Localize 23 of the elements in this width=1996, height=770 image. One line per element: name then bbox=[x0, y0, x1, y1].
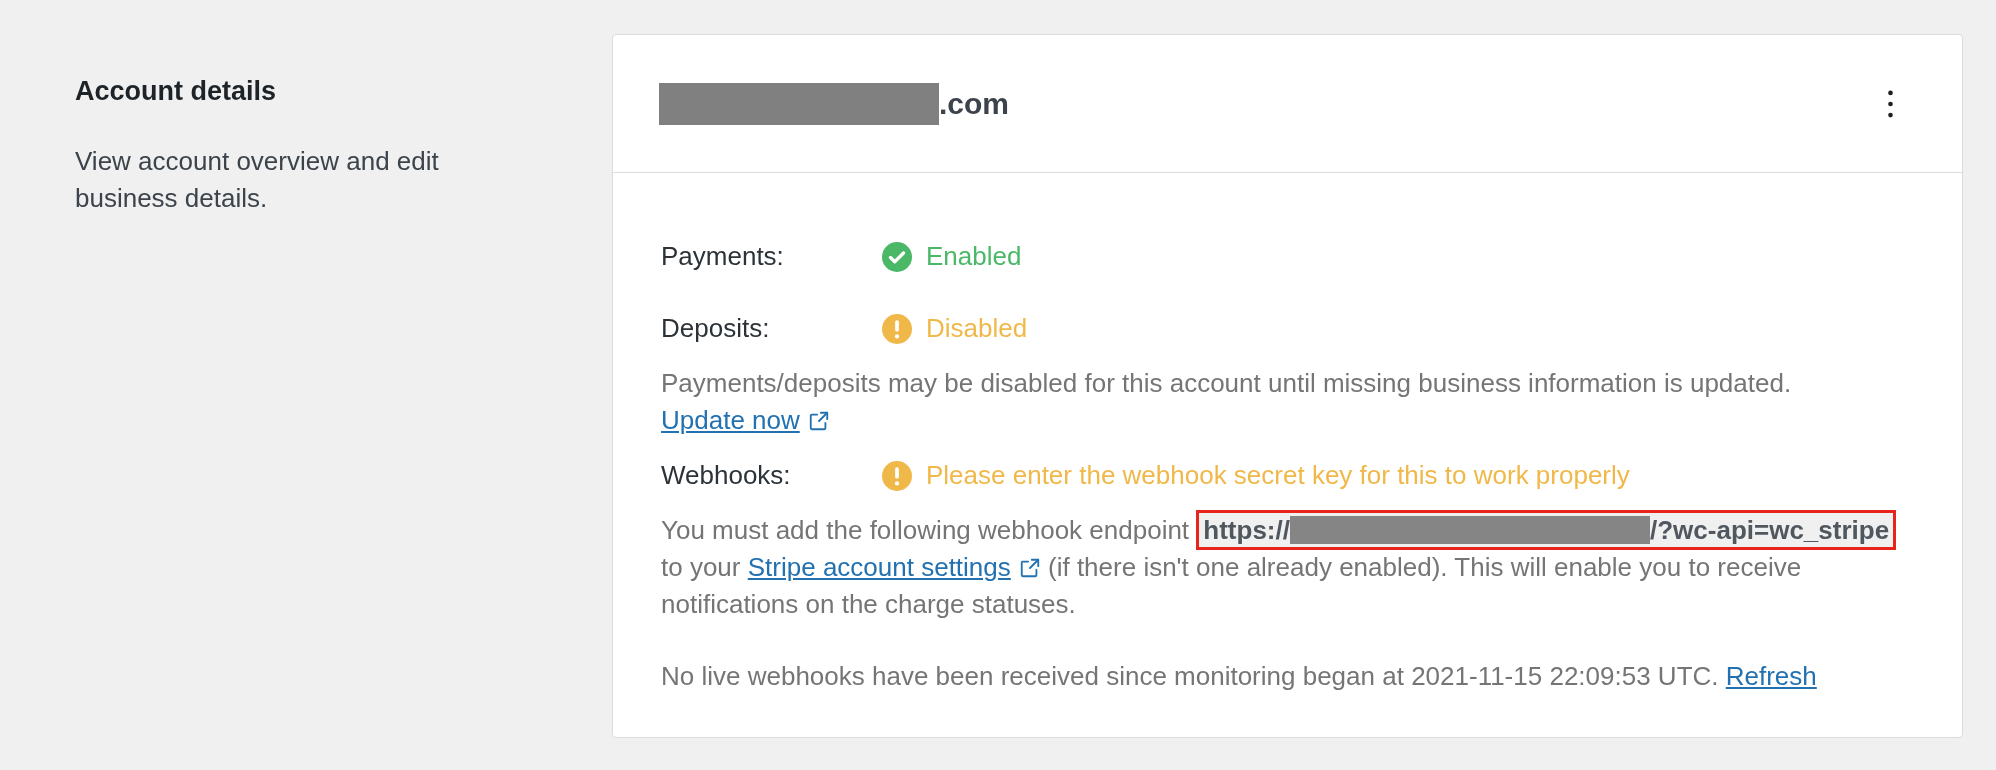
monitoring-text: No live webhooks have been received since monitoring began at 2021-11-15 22:09:53 UTC. Refresh bbox=[661, 660, 1818, 693]
payments-label: Payments: bbox=[661, 240, 785, 273]
exclamation-circle-icon bbox=[882, 460, 912, 491]
external-link-icon bbox=[807, 410, 830, 432]
check-circle-icon bbox=[882, 241, 912, 272]
kebab-menu-icon bbox=[1887, 89, 1893, 118]
update-now-link[interactable]: Update now bbox=[661, 405, 830, 435]
payments-status-text: Enabled bbox=[926, 240, 1022, 273]
endpoint-url-suffix: /?wc-api=wc_stripe bbox=[1650, 515, 1890, 545]
account-domain-text: .com bbox=[939, 86, 1010, 122]
stripe-settings-link[interactable]: Stripe account settings bbox=[747, 552, 1041, 582]
section-heading: Account details bbox=[75, 75, 278, 108]
webhooks-status-text: Please enter the webhook secret key for this to work properly bbox=[926, 459, 1630, 492]
deposits-label: Deposits: bbox=[661, 312, 771, 345]
deposits-status-text: Disabled bbox=[926, 312, 1028, 345]
webhooks-label: Webhooks: bbox=[661, 459, 792, 492]
exclamation-circle-icon bbox=[882, 313, 912, 344]
refresh-link[interactable]: Refresh bbox=[1725, 661, 1817, 691]
webhook-instructions-text: You must add the following webhook endpoint https:// /?wc-api=wc_stripe to your Stripe account settings (if there isn't one already enabled). This will enable you to receive notifications on the charge statuses. bbox=[661, 512, 1918, 623]
deposits-help-text: Payments/deposits may be disabled for this account until missing business information is updated. Update now bbox=[661, 367, 1793, 437]
external-link-icon bbox=[1018, 557, 1041, 579]
endpoint-url-prefix: https:// bbox=[1203, 515, 1290, 545]
section-description: View account overview and edit business details. bbox=[75, 145, 440, 215]
